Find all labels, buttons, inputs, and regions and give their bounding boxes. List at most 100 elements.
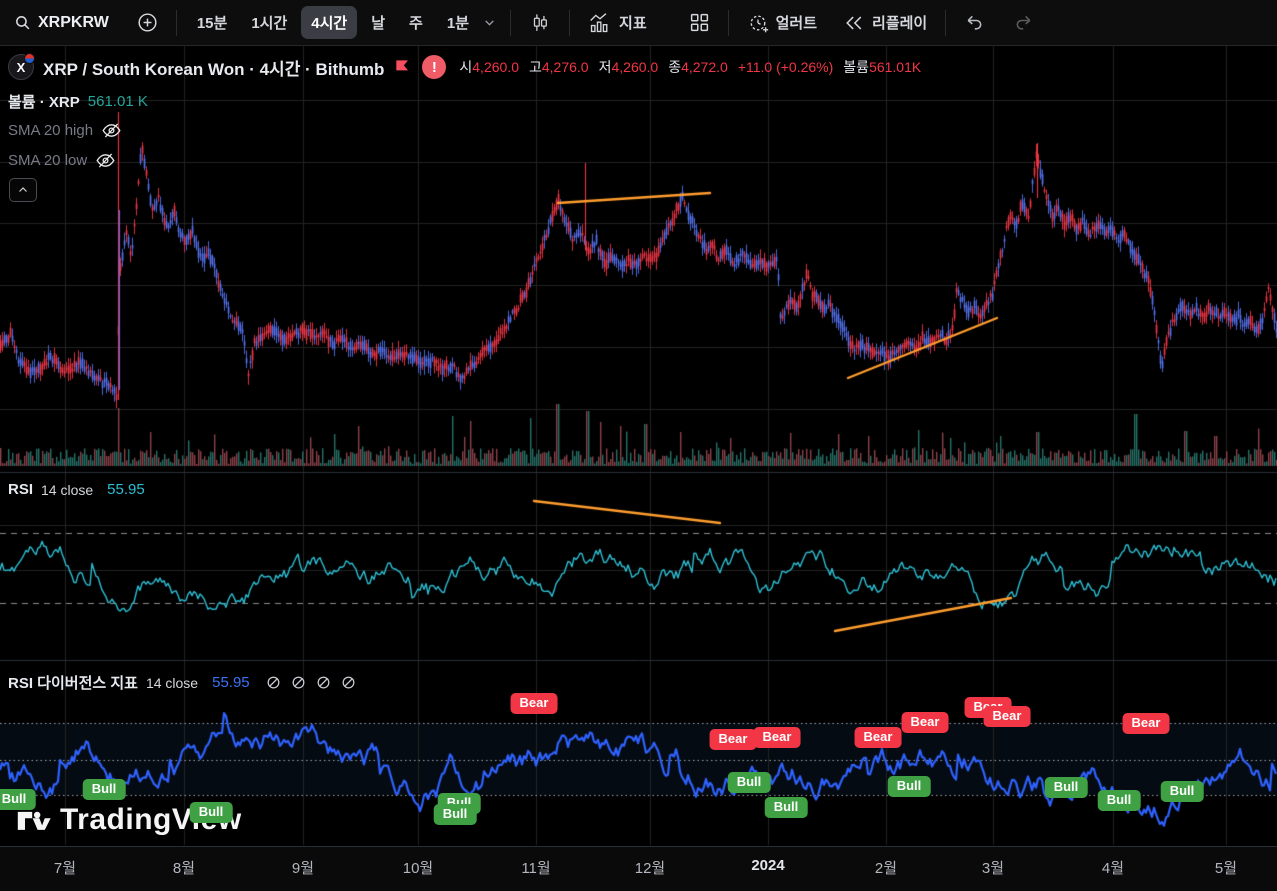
volume-legend-title: 볼륨 · XRP — [8, 91, 80, 112]
tradingview-app: XRPKRW 15분1시간4시간날주1분 — [0, 0, 1277, 891]
rsi-legend[interactable]: RSI 14 close 55.95 — [8, 481, 145, 498]
sma-high-label: SMA 20 high — [8, 122, 93, 139]
alert-exclamation-badge[interactable]: ! — [422, 55, 446, 79]
timeframe-dropdown-button[interactable] — [479, 12, 500, 33]
divergence-legend-value: 55.95 — [212, 674, 250, 691]
indicators-icon — [588, 12, 612, 34]
chevron-up-icon — [17, 184, 29, 196]
replay-label: 리플레이 — [872, 12, 927, 33]
replay-button[interactable]: 리플레이 — [835, 7, 935, 39]
hidden-plot-toggles — [266, 675, 356, 690]
bull-label: Bull — [434, 804, 477, 825]
rsi-legend-params: 14 close — [41, 482, 93, 498]
replay-rewind-icon — [843, 12, 865, 34]
symbol-search-label: XRPKRW — [38, 14, 109, 32]
bull-label: Bull — [888, 776, 931, 797]
rsi-legend-title: RSI — [8, 481, 33, 498]
toolbar-divider — [945, 10, 946, 36]
sma-high-legend[interactable]: SMA 20 high — [8, 120, 122, 141]
toolbar-divider — [176, 10, 177, 36]
time-axis-label: 10월 — [403, 857, 434, 878]
redo-button[interactable] — [1006, 8, 1042, 38]
ohlc-item: 시4,260.0 — [459, 57, 519, 77]
ohlc-item: 고4,276.0 — [529, 57, 589, 77]
bear-label: Bear — [1123, 713, 1170, 734]
timeframe-button[interactable]: 1시간 — [241, 6, 297, 39]
alert-button[interactable]: 얼러트 — [739, 7, 825, 39]
bull-label: Bull — [190, 802, 233, 823]
slashed-circle-icon[interactable] — [316, 675, 331, 690]
slashed-circle-icon[interactable] — [341, 675, 356, 690]
tradingview-logo-icon — [16, 806, 52, 834]
time-axis-label: 5월 — [1215, 857, 1237, 878]
top-toolbar: XRPKRW 15분1시간4시간날주1분 — [0, 0, 1277, 46]
bear-label: Bear — [710, 729, 757, 750]
korea-flag-badge — [24, 53, 35, 64]
chart-style-button[interactable] — [521, 7, 559, 39]
toolbar-divider — [510, 10, 511, 36]
bull-label: Bull — [83, 779, 126, 800]
bear-label: Bear — [754, 727, 801, 748]
timeframe-group: 15분1시간4시간날주1분 — [187, 6, 479, 39]
symbol-search-button[interactable]: XRPKRW — [6, 9, 117, 37]
undo-icon — [964, 13, 984, 33]
chevron-down-icon — [483, 16, 496, 29]
xrp-logo: X — [8, 54, 34, 80]
flag-bookmark-icon[interactable] — [393, 57, 413, 77]
alarm-plus-icon — [747, 12, 769, 34]
redo-icon — [1014, 13, 1034, 33]
grid-layout-icon — [689, 12, 710, 33]
eye-off-icon[interactable] — [101, 120, 122, 141]
xrp-logo-letter: X — [17, 60, 26, 75]
change-readout: +11.0 (+0.26%) — [738, 59, 833, 75]
volume-legend-value: 561.01 K — [88, 93, 148, 110]
timeframe-button[interactable]: 1분 — [437, 6, 479, 39]
bear-label: Bear — [984, 706, 1031, 727]
ohlc-item: 종4,272.0 — [668, 57, 728, 77]
chart-canvas[interactable] — [0, 0, 1277, 891]
bull-label: Bull — [0, 789, 35, 810]
indicators-button[interactable]: 지표 — [580, 7, 655, 39]
layout-templates-button[interactable] — [681, 7, 718, 38]
time-axis-label: 7월 — [54, 857, 76, 878]
ohlc-readout: 시4,260.0 고4,276.0 저4,260.0 종4,272.0 +11.0 (+… — [459, 57, 921, 77]
time-axis[interactable]: 7월 8월 9월 10월 11월 12월 2024 2월 3월 4월 5월 — [0, 846, 1277, 891]
time-axis-label: 2월 — [875, 857, 897, 878]
divergence-legend[interactable]: RSI 다이버전스 지표 14 close 55.95 — [8, 672, 356, 693]
volume-readout: 볼륨561.01K — [843, 57, 921, 77]
ohlc-item: 저4,260.0 — [599, 57, 659, 77]
undo-button[interactable] — [956, 8, 992, 38]
time-axis-label: 9월 — [292, 857, 314, 878]
time-axis-label: 8월 — [173, 857, 195, 878]
eye-off-icon[interactable] — [95, 150, 116, 171]
timeframe-button[interactable]: 주 — [399, 6, 433, 39]
symbol-title[interactable]: XRP / South Korean Won · 4시간 · Bithumb — [43, 55, 384, 80]
time-axis-label: 11월 — [521, 857, 550, 878]
sma-low-label: SMA 20 low — [8, 152, 87, 169]
sma-low-legend[interactable]: SMA 20 low — [8, 150, 116, 171]
collapse-legend-button[interactable] — [9, 178, 37, 202]
slashed-circle-icon[interactable] — [266, 675, 281, 690]
indicators-label: 지표 — [619, 12, 647, 33]
time-axis-label: 12월 — [635, 857, 666, 878]
timeframe-button[interactable]: 15분 — [187, 6, 238, 39]
bear-label: Bear — [511, 693, 558, 714]
divergence-legend-title: RSI 다이버전스 지표 — [8, 672, 138, 693]
timeframe-button[interactable]: 4시간 — [301, 6, 357, 39]
bear-label: Bear — [902, 712, 949, 733]
divergence-legend-params: 14 close — [146, 675, 198, 691]
toolbar-divider — [569, 10, 570, 36]
volume-legend[interactable]: 볼륨 · XRP 561.01 K — [8, 91, 148, 112]
symbol-info-row: X XRP / South Korean Won · 4시간 · Bithumb… — [8, 54, 921, 80]
candlestick-icon — [529, 12, 551, 34]
toolbar-divider — [728, 10, 729, 36]
slashed-circle-icon[interactable] — [291, 675, 306, 690]
time-axis-label: 2024 — [751, 857, 784, 874]
add-symbol-button[interactable] — [129, 7, 166, 38]
time-axis-label: 4월 — [1102, 857, 1124, 878]
timeframe-button[interactable]: 날 — [361, 6, 395, 39]
plus-circle-icon — [137, 12, 158, 33]
time-axis-label: 3월 — [982, 857, 1004, 878]
bear-label: Bear — [855, 727, 902, 748]
search-icon — [14, 14, 31, 31]
